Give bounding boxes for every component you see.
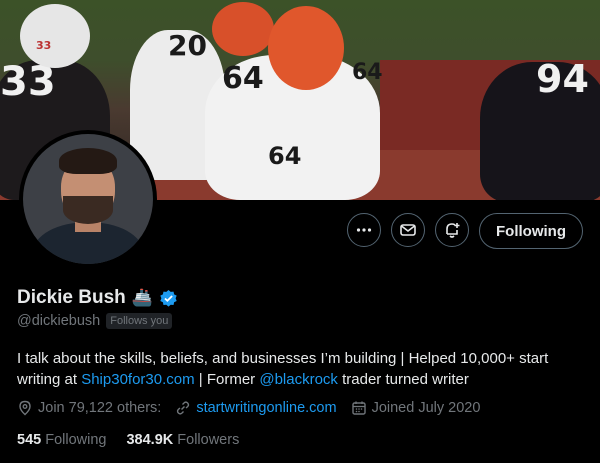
bio-link-ship30[interactable]: Ship30for30.com	[81, 371, 194, 388]
avatar-image	[23, 134, 153, 264]
banner-helmet	[20, 4, 90, 68]
handle-row: @dickiebush Follows you	[17, 313, 173, 329]
location-text: Join 79,122 others:	[38, 400, 162, 416]
following-button[interactable]: Following	[479, 213, 583, 249]
joined-text: Joined July 2020	[371, 400, 481, 416]
banner-jersey-number: 64	[222, 61, 264, 96]
banner-jersey-number: 94	[536, 57, 589, 101]
profile-meta: Join 79,122 others: startwritingonline.c…	[17, 400, 494, 416]
bio-text: | Former	[194, 371, 260, 388]
following-label: Following	[45, 432, 107, 448]
envelope-icon	[400, 224, 416, 236]
notify-button[interactable]	[435, 213, 469, 247]
banner-helmet-number: 33	[36, 39, 52, 52]
banner-helmet-64	[268, 6, 344, 90]
more-button[interactable]	[347, 213, 381, 247]
banner-jersey-number: 20	[168, 29, 207, 62]
message-button[interactable]	[391, 213, 425, 247]
calendar-icon	[351, 401, 366, 415]
followers-count: 384.9K	[126, 432, 174, 448]
following-stat[interactable]: 545 Following	[17, 432, 106, 448]
banner-jersey-number: 64	[268, 142, 302, 170]
follow-stats: 545 Following 384.9K Followers	[17, 432, 239, 448]
banner-helmet	[212, 2, 274, 56]
link-icon	[177, 401, 190, 415]
more-icon	[356, 228, 372, 232]
name-row: Dickie Bush 🚢	[17, 287, 178, 309]
user-handle: @dickiebush	[17, 313, 101, 329]
website-item: startwritingonline.com	[175, 400, 337, 416]
display-name: Dickie Bush	[17, 287, 126, 308]
location-item: Join 79,122 others:	[17, 400, 161, 416]
bell-plus-icon	[446, 223, 460, 238]
profile-bio: I talk about the skills, beliefs, and bu…	[17, 348, 587, 390]
verified-badge-icon[interactable]	[159, 289, 178, 308]
followers-stat[interactable]: 384.9K Followers	[126, 432, 239, 448]
banner-jersey-number: 64	[352, 60, 383, 85]
joined-item: Joined July 2020	[351, 400, 481, 416]
banner-jersey-number: 33	[0, 59, 56, 105]
avatar[interactable]	[19, 130, 157, 268]
ship-emoji: 🚢	[131, 288, 153, 307]
bio-mention-blackrock[interactable]: @blackrock	[259, 371, 338, 388]
followers-label: Followers	[177, 432, 240, 448]
bio-text: trader turned writer	[337, 371, 469, 388]
follows-you-badge: Follows you	[106, 313, 173, 329]
following-count: 545	[17, 432, 42, 448]
website-link[interactable]: startwritingonline.com	[196, 400, 336, 416]
location-pin-icon	[19, 400, 31, 416]
